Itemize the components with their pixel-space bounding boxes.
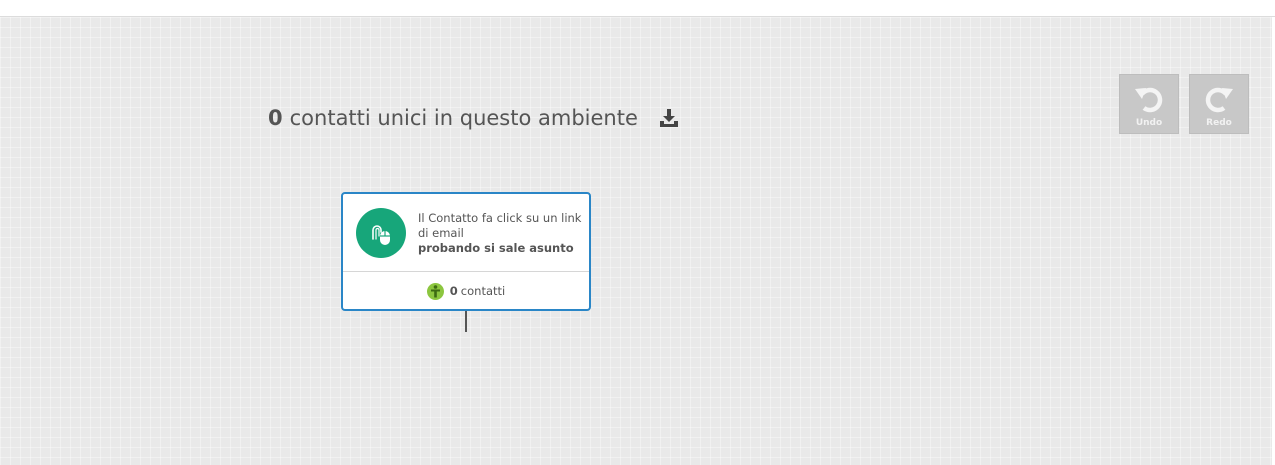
node-footer: 0 contatti	[343, 272, 589, 310]
unique-contacts-count: 0	[268, 106, 283, 130]
node-contacts-label: contatti	[460, 284, 506, 298]
node-contacts-count: 0	[449, 284, 458, 298]
undo-label: Undo	[1135, 118, 1163, 128]
unique-contacts-summary: 0 contatti unici in questo ambiente	[268, 106, 680, 130]
redo-label: Redo	[1206, 118, 1232, 128]
unique-contacts-label: contatti unici in questo ambiente	[289, 106, 638, 130]
undo-icon	[1132, 82, 1166, 116]
redo-icon	[1202, 82, 1236, 116]
workflow-node-email-click[interactable]: Il Contatto fa click su un link di email…	[341, 192, 591, 311]
person-icon	[426, 282, 444, 300]
node-header: Il Contatto fa click su un link di email…	[343, 194, 589, 272]
redo-button[interactable]: Redo	[1189, 74, 1249, 134]
node-connector-line	[465, 311, 467, 332]
download-icon[interactable]	[658, 107, 680, 129]
node-description: Il Contatto fa click su un link di email…	[418, 211, 586, 256]
workflow-canvas[interactable]	[0, 17, 1275, 465]
node-title: Il Contatto fa click su un link di email	[418, 211, 582, 240]
top-bar	[0, 0, 1275, 17]
node-subtitle: probando si sale asunto	[418, 241, 574, 255]
mouse-click-icon	[356, 208, 406, 258]
undo-button[interactable]: Undo	[1119, 74, 1179, 134]
